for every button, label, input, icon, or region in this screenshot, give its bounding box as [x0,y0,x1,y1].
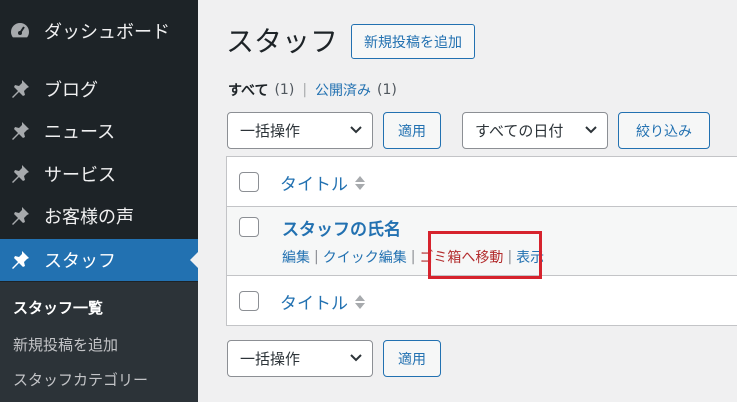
column-title-sort[interactable]: タイトル [280,170,366,195]
date-filter-value: すべての日付 [475,122,564,140]
sidebar-item-dashboard[interactable]: ダッシュボード [0,10,198,52]
column-title-label: タイトル [280,294,348,314]
edit-link[interactable]: 編集 [282,247,310,267]
trash-link[interactable]: ゴミ箱へ移動 [419,247,503,267]
sidebar-item-label: サービス [44,165,116,186]
filter-button[interactable]: 絞り込み [618,112,710,149]
chevron-down-icon [585,126,597,134]
column-title-sort-bottom[interactable]: タイトル [280,289,366,314]
add-new-button[interactable]: 新規投稿を追加 [351,24,475,59]
row-checkbox[interactable] [239,217,259,237]
filter-published[interactable]: 公開済み [315,80,371,100]
apply-button-bottom[interactable]: 適用 [383,340,441,377]
select-all-checkbox-bottom[interactable] [239,291,259,311]
staff-submenu: スタッフ一覧 新規投稿を追加 スタッフカテゴリー [0,282,198,402]
post-title-link[interactable]: スタッフの氏名 [282,215,401,240]
bulk-action-select-bottom[interactable]: 一括操作 [227,340,373,377]
apply-button-top[interactable]: 適用 [383,112,441,149]
bulk-action-value: 一括操作 [240,350,301,368]
table-header-row: タイトル [227,157,737,207]
sidebar-item-testimonials[interactable]: お客様の声 [0,195,198,237]
page-title: スタッフ [226,25,339,58]
sidebar-item-blog[interactable]: ブログ [0,68,198,110]
sidebar-item-label: ニュース [44,122,116,143]
pin-icon [8,77,32,101]
submenu-staff-category[interactable]: スタッフカテゴリー [13,369,148,390]
sidebar-item-staff[interactable]: スタッフ [0,239,198,281]
posts-table: タイトル スタッフの氏名 編集 | クイック編集 | ゴミ箱へ移動 | 表示 タ… [226,156,737,326]
action-separator: | [410,249,416,265]
bulk-action-select-top[interactable]: 一括操作 [227,112,373,149]
filter-published-count: (1) [377,82,397,98]
admin-sidebar: ダッシュボード ブログ ニュース サービス お客様の声 スタッフ スタッフ一覧 … [0,0,198,402]
submenu-add-new[interactable]: 新規投稿を追加 [13,334,118,355]
sidebar-item-label: お客様の声 [44,207,134,228]
date-filter-select[interactable]: すべての日付 [462,112,608,149]
main-content: スタッフ 新規投稿を追加 すべて (1) | 公開済み (1) 一括操作 適用 … [198,0,737,402]
submenu-staff-list[interactable]: スタッフ一覧 [13,297,103,318]
view-link[interactable]: 表示 [516,247,544,267]
sidebar-item-news[interactable]: ニュース [0,110,198,152]
pin-icon [8,248,32,272]
select-all-checkbox[interactable] [239,172,259,192]
sidebar-item-services[interactable]: サービス [0,153,198,195]
column-title-label: タイトル [280,175,348,195]
table-footer-row: タイトル [227,275,737,325]
action-separator: | [507,249,513,265]
filter-all-count: (1) [274,82,295,98]
sidebar-item-label: ダッシュボード [44,22,170,43]
filter-all[interactable]: すべて [228,80,268,100]
status-filter-links: すべて (1) | 公開済み (1) [228,80,397,100]
sidebar-item-label: スタッフ [44,251,116,272]
dashboard-icon [8,19,32,43]
chevron-down-icon [350,354,362,362]
pin-icon [8,119,32,143]
sort-icon [355,175,365,190]
bulk-action-value: 一括操作 [240,122,301,140]
sidebar-item-label: ブログ [44,80,98,101]
pin-icon [8,204,32,228]
filter-separator: | [302,82,308,98]
quick-edit-link[interactable]: クイック編集 [323,247,407,267]
chevron-down-icon [350,126,362,134]
row-actions: 編集 | クイック編集 | ゴミ箱へ移動 | 表示 [282,247,544,267]
pin-icon [8,162,32,186]
sort-icon [355,294,365,309]
action-separator: | [314,249,319,265]
